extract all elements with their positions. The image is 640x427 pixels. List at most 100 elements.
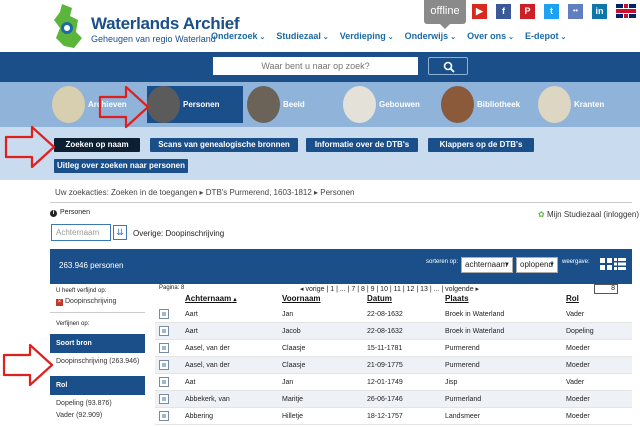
list-view-icon[interactable] bbox=[614, 258, 626, 270]
page-number-input[interactable]: 8 bbox=[594, 284, 618, 294]
rol-header[interactable]: Rol bbox=[50, 376, 145, 395]
category-bibliotheek[interactable]: Bibliotheek bbox=[441, 86, 537, 123]
category-personen[interactable]: Personen bbox=[147, 86, 243, 123]
column-voornaam[interactable]: Voornaam bbox=[282, 294, 321, 303]
document-icon[interactable] bbox=[159, 394, 169, 404]
cell-rol: Moeder bbox=[566, 345, 590, 352]
cell-rol: Moeder bbox=[566, 396, 590, 403]
table-row[interactable]: Aart Jan 22-08-1632 Broek in Waterland V… bbox=[155, 306, 632, 323]
linkedin-icon[interactable]: in bbox=[592, 4, 607, 19]
category-label: Kranten bbox=[574, 100, 605, 109]
search-icon bbox=[443, 61, 455, 73]
cell-datum: 15-11-1781 bbox=[367, 345, 403, 352]
table-row[interactable]: Aart Jacob 22-08-1632 Broek in Waterland… bbox=[155, 323, 632, 340]
facet-doopinschrijving[interactable]: Doopinschrijving (263.946) bbox=[56, 358, 139, 365]
category-gebouwen[interactable]: Gebouwen bbox=[343, 86, 439, 123]
cell-rol: Moeder bbox=[566, 362, 590, 369]
mijn-studiezaal-link[interactable]: ✿ Mijn Studiezaal (inloggen) bbox=[538, 210, 639, 219]
soort-bron-header[interactable]: Soort bron bbox=[50, 334, 145, 353]
cell-voornaam: Hilletje bbox=[282, 413, 304, 420]
breadcrumb[interactable]: Uw zoekacties: Zoeken in de toegangen ▸ … bbox=[55, 188, 355, 197]
achternaam-input[interactable]: Achternaam bbox=[51, 224, 111, 241]
document-icon[interactable] bbox=[159, 411, 169, 421]
document-icon[interactable] bbox=[159, 326, 169, 336]
document-icon[interactable] bbox=[159, 309, 169, 319]
facet-dopeling[interactable]: Dopeling (93.876) bbox=[56, 400, 112, 407]
cell-voornaam: Maritje bbox=[282, 396, 304, 403]
table-row[interactable]: Aasel, van der Claasje 21-09-1775 Purmer… bbox=[155, 357, 632, 374]
search-button[interactable] bbox=[428, 57, 468, 75]
sort-order-select[interactable]: oplopend ▼ bbox=[516, 257, 558, 273]
red-arrow-annotation bbox=[98, 85, 150, 129]
chevron-down-icon: ⌄ bbox=[322, 34, 329, 41]
puzzle-icon: ✿ bbox=[538, 210, 545, 219]
nav-studiezaal[interactable]: Studiezaal ⌄ bbox=[276, 31, 328, 41]
pagination[interactable]: ◂ vorige | 1 | ... | 7 | 8 | 9 | 10 | 11… bbox=[300, 285, 479, 293]
search-input[interactable] bbox=[213, 57, 418, 75]
chevron-down-icon: ⌄ bbox=[508, 34, 514, 41]
nav-over-ons[interactable]: Over ons ⌄ bbox=[467, 31, 514, 41]
cell-plaats: Jisp bbox=[445, 379, 458, 386]
table-header: Achternaam ▴ Voornaam Datum Plaats Rol bbox=[155, 294, 632, 306]
table-row[interactable]: Abbering Hilletje 18-12-1757 Landsmeer M… bbox=[155, 408, 632, 425]
gebouwen-thumbnail bbox=[343, 86, 376, 123]
facet-vader[interactable]: Vader (92.909) bbox=[56, 412, 102, 419]
active-filter-doopinschrijving[interactable]: × Doopinschrijving bbox=[56, 298, 116, 306]
document-icon[interactable] bbox=[159, 343, 169, 353]
column-achternaam[interactable]: Achternaam ▴ bbox=[185, 294, 237, 303]
cell-datum: 22-08-1632 bbox=[367, 311, 403, 318]
youtube-icon[interactable]: ▶ bbox=[472, 4, 487, 19]
table-row[interactable]: Aasel, van der Claasje 15-11-1781 Purmer… bbox=[155, 340, 632, 357]
twitter-icon[interactable]: t bbox=[544, 4, 559, 19]
nav-onderzoek[interactable]: Onderzoek ⌄ bbox=[211, 31, 265, 41]
document-icon[interactable] bbox=[159, 360, 169, 370]
cell-achternaam: Aasel, van der bbox=[185, 362, 230, 369]
english-flag-icon[interactable] bbox=[616, 4, 636, 18]
cell-datum: 21-09-1775 bbox=[367, 362, 403, 369]
cell-plaats: Purmerland bbox=[445, 396, 482, 403]
chevron-down-icon: ⌄ bbox=[560, 34, 567, 41]
tab-zoeken-op-naam[interactable]: Zoeken op naam bbox=[54, 138, 140, 152]
table-row[interactable]: Abbekerk, van Maritje 26-06-1746 Purmerl… bbox=[155, 391, 632, 408]
view-label: weergave: bbox=[562, 259, 590, 265]
cell-datum: 12-01-1749 bbox=[367, 379, 403, 386]
cell-plaats: Purmerend bbox=[445, 362, 480, 369]
cell-achternaam: Abbekerk, van bbox=[185, 396, 230, 403]
category-kranten[interactable]: Kranten bbox=[538, 86, 634, 123]
remove-filter-icon[interactable]: × bbox=[56, 299, 63, 306]
tab-scans[interactable]: Scans van genealogische bronnen bbox=[150, 138, 298, 152]
expand-filter-button[interactable]: ⇊ bbox=[113, 225, 127, 240]
column-plaats[interactable]: Plaats bbox=[445, 294, 469, 303]
table-row[interactable]: Aat Jan 12-01-1749 Jisp Vader bbox=[155, 374, 632, 391]
flickr-icon[interactable]: •• bbox=[568, 4, 583, 19]
nav-verdieping[interactable]: Verdieping ⌄ bbox=[340, 31, 394, 41]
info-icon[interactable]: i bbox=[50, 210, 57, 217]
column-datum[interactable]: Datum bbox=[367, 294, 392, 303]
tab-informatie[interactable]: Informatie over de DTB's bbox=[306, 138, 418, 152]
cell-rol: Vader bbox=[566, 311, 585, 318]
double-chevron-down-icon: ⇊ bbox=[116, 227, 124, 237]
cell-achternaam: Abbering bbox=[185, 413, 214, 420]
logo-subtitle: Geheugen van regio Waterland bbox=[91, 34, 216, 44]
grid-view-icon[interactable] bbox=[600, 258, 612, 270]
facebook-icon[interactable]: f bbox=[496, 4, 511, 19]
beeld-thumbnail bbox=[247, 86, 280, 123]
sort-field-select[interactable]: achternaam ▼ bbox=[461, 257, 513, 273]
archieven-thumbnail bbox=[52, 86, 85, 123]
cell-datum: 22-08-1632 bbox=[367, 328, 403, 335]
waterland-logo-icon[interactable] bbox=[52, 2, 86, 50]
offline-badge[interactable]: offline bbox=[424, 0, 466, 29]
nav-e-depot[interactable]: E-depot ⌄ bbox=[525, 31, 566, 41]
results-bar: 263.946 personen sorteren op: achternaam… bbox=[50, 249, 632, 284]
tab-klappers[interactable]: Klappers op de DTB's bbox=[428, 138, 534, 152]
document-icon[interactable] bbox=[159, 377, 169, 387]
category-beeld[interactable]: Beeld bbox=[247, 86, 343, 123]
tab-uitleg[interactable]: Uitleg over zoeken naar personen bbox=[54, 159, 188, 173]
search-bar bbox=[0, 52, 640, 82]
pinterest-icon[interactable]: P bbox=[520, 4, 535, 19]
nav-onderwijs[interactable]: Onderwijs ⌄ bbox=[405, 31, 456, 41]
page-indicator: Pagina: 8 bbox=[159, 285, 185, 291]
red-arrow-annotation bbox=[2, 343, 54, 387]
cell-voornaam: Claasje bbox=[282, 362, 306, 369]
column-rol[interactable]: Rol bbox=[566, 294, 579, 303]
